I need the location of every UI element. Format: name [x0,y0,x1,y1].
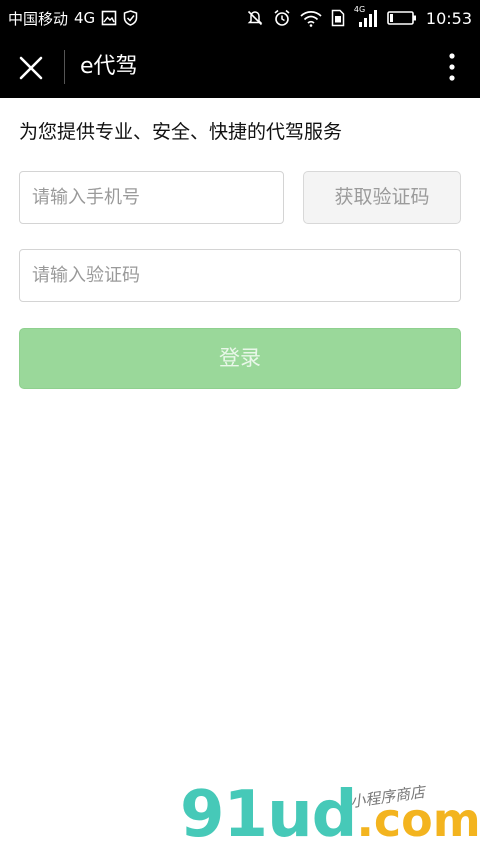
nav-bar: e代驾 [0,36,480,98]
close-icon [19,56,43,80]
sim-icon [331,9,345,27]
status-bar: 中国移动 4G 4G 10:53 [0,0,480,36]
clock-label: 10:53 [425,8,472,28]
more-vertical-icon [449,53,455,81]
signal-icon: 4G [354,5,378,29]
phone-input[interactable] [19,171,284,224]
mute-icon [246,9,264,27]
watermark: 91ud.com 小程序商店 [180,780,480,850]
battery-icon [387,10,417,26]
nav-divider [64,50,65,84]
service-tagline: 为您提供专业、安全、快捷的代驾服务 [19,121,343,143]
watermark-logo: 91ud.com [180,780,480,855]
status-right: 4G 10:53 [246,0,472,36]
get-code-button[interactable]: 获取验证码 [303,171,461,224]
login-button[interactable]: 登录 [19,328,461,389]
carrier-label: 中国移动 [8,9,69,28]
more-button[interactable] [448,52,456,82]
close-button[interactable] [17,54,45,82]
shield-icon [123,10,138,26]
watermark-logo-main: 91ud [180,778,357,852]
page-title: e代驾 [80,54,138,79]
wifi-icon [300,10,322,27]
verification-code-input[interactable] [19,249,461,302]
status-left: 中国移动 4G [8,0,138,36]
alarm-icon [273,9,291,27]
image-icon [101,10,117,26]
network-label: 4G [74,9,96,27]
